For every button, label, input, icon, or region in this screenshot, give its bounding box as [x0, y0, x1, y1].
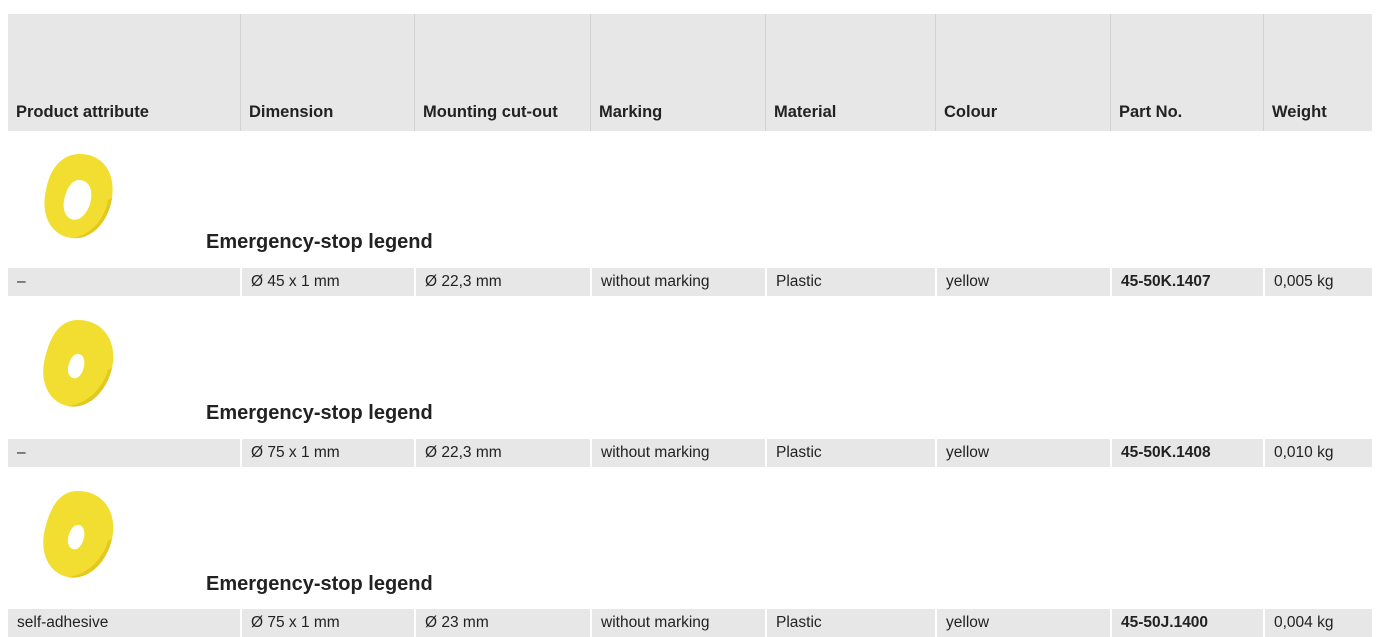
- product-title: Emergency-stop legend: [206, 402, 433, 424]
- header-product-attribute: Product attribute: [16, 103, 149, 121]
- cell-colour: yellow: [935, 268, 1110, 296]
- header-colour: Colour: [935, 14, 1110, 131]
- cell-mounting-cutout: Ø 22,3 mm: [414, 439, 590, 467]
- yellow-ring-large-icon: [43, 320, 114, 407]
- cell-attribute: –: [17, 273, 26, 290]
- table-header: Product attribute Dimension Mounting cut…: [8, 14, 1372, 131]
- cell-attribute: –: [17, 444, 26, 461]
- cell-material: Plastic: [765, 439, 935, 467]
- product-section: Emergency-stop legend: [8, 150, 1372, 258]
- cell-dimension: Ø 75 x 1 mm: [240, 609, 414, 637]
- cell-marking: without marking: [590, 268, 765, 296]
- cell-mounting-cutout: Ø 23 mm: [414, 609, 590, 637]
- cell-marking: without marking: [590, 609, 765, 637]
- yellow-ring-small-hole-icon: [44, 154, 113, 239]
- cell-weight: 0,004 kg: [1263, 609, 1372, 637]
- cell-marking: without marking: [590, 439, 765, 467]
- cell-weight: 0,010 kg: [1263, 439, 1372, 467]
- product-section: Emergency-stop legend: [8, 316, 1372, 426]
- product-title: Emergency-stop legend: [206, 573, 433, 595]
- cell-material: Plastic: [765, 609, 935, 637]
- cell-material: Plastic: [765, 268, 935, 296]
- header-marking: Marking: [590, 14, 765, 131]
- header-mounting-cutout: Mounting cut-out: [414, 14, 590, 131]
- cell-dimension: Ø 45 x 1 mm: [240, 268, 414, 296]
- product-title: Emergency-stop legend: [206, 231, 433, 253]
- table-row: – Ø 45 x 1 mm Ø 22,3 mm without marking …: [8, 268, 1372, 296]
- yellow-ring-large-icon: [43, 491, 114, 578]
- cell-part-no: 45-50K.1408: [1110, 439, 1263, 467]
- header-weight: Weight: [1263, 14, 1372, 131]
- cell-colour: yellow: [935, 609, 1110, 637]
- product-table-page: Product attribute Dimension Mounting cut…: [0, 0, 1390, 637]
- table-row: self-adhesive Ø 75 x 1 mm Ø 23 mm withou…: [8, 609, 1372, 637]
- cell-part-no: 45-50K.1407: [1110, 268, 1263, 296]
- cell-colour: yellow: [935, 439, 1110, 467]
- cell-attribute: self-adhesive: [17, 614, 109, 631]
- product-section: Emergency-stop legend: [8, 487, 1372, 597]
- cell-dimension: Ø 75 x 1 mm: [240, 439, 414, 467]
- cell-mounting-cutout: Ø 22,3 mm: [414, 268, 590, 296]
- cell-weight: 0,005 kg: [1263, 268, 1372, 296]
- header-part-no: Part No.: [1110, 14, 1263, 131]
- table-row: – Ø 75 x 1 mm Ø 22,3 mm without marking …: [8, 439, 1372, 467]
- cell-part-no: 45-50J.1400: [1110, 609, 1263, 637]
- header-material: Material: [765, 14, 935, 131]
- header-dimension: Dimension: [240, 14, 414, 131]
